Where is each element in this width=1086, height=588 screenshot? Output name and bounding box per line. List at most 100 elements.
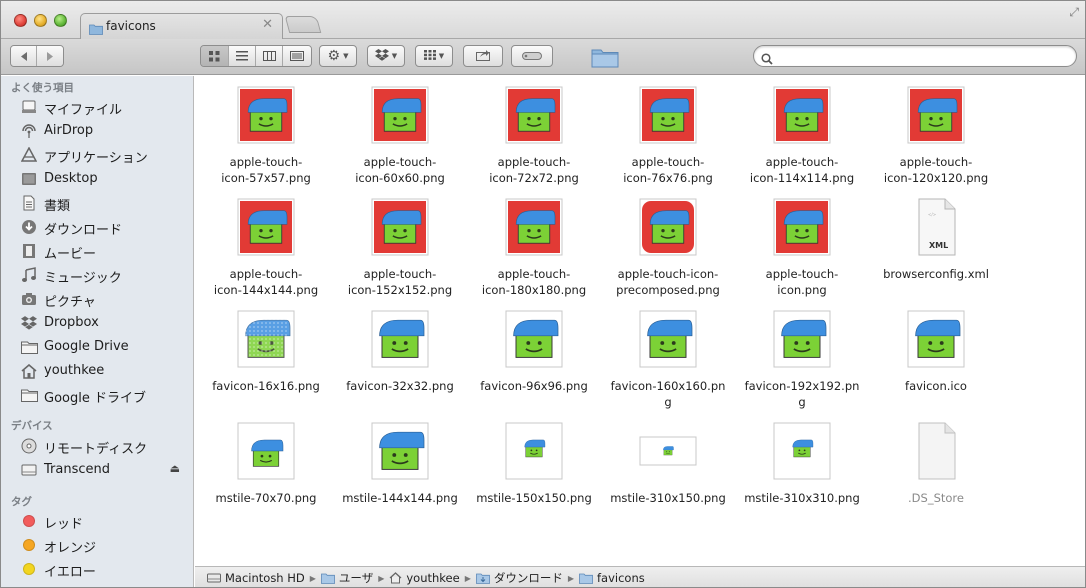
path-separator-icon: ▶ — [378, 573, 385, 583]
edit-tags-button[interactable] — [511, 45, 553, 67]
file-name: mstile-150x150.png — [476, 491, 592, 505]
file-thumbnail — [639, 86, 697, 144]
sidebar-item-label: オレンジ — [44, 541, 97, 556]
sidebar-item-device-1[interactable]: Transcend ⏏ — [1, 458, 193, 482]
file-item[interactable]: favicon-96x96.png — [467, 302, 601, 414]
tab-favicons[interactable]: favicons ✕ — [80, 13, 283, 40]
sidebar-item-fav-4[interactable]: 書類 — [1, 191, 193, 215]
sidebar-item-fav-10[interactable]: Google Drive — [1, 335, 193, 359]
file-item[interactable]: mstile-310x310.png — [735, 414, 869, 526]
remote-disc-icon — [20, 437, 38, 455]
sidebar-item-fav-8[interactable]: ピクチャ — [1, 287, 193, 311]
file-item[interactable]: apple-touch-icon-114x114.png — [735, 78, 869, 190]
icon-view-button[interactable] — [201, 46, 229, 66]
file-item[interactable]: apple-touch-icon-180x180.png — [467, 190, 601, 302]
file-item[interactable]: mstile-150x150.png — [467, 414, 601, 526]
file-item[interactable]: </> XML browserconfig.xml — [869, 190, 1003, 302]
sidebar: よく使う項目 マイファイル AirDrop アプリケーション Desktop 書類 ダウン… — [1, 76, 194, 587]
cover-flow-view-button[interactable] — [283, 46, 311, 66]
file-item[interactable]: apple-touch-icon-144x144.png — [199, 190, 333, 302]
file-item[interactable]: apple-touch-icon-152x152.png — [333, 190, 467, 302]
fullscreen-icon[interactable]: ⤢ — [1069, 5, 1079, 20]
folder-icon — [89, 20, 103, 39]
path-separator-icon: ▶ — [567, 573, 574, 583]
sidebar-item-fav-5[interactable]: ダウンロード — [1, 215, 193, 239]
sidebar-item-device-0[interactable]: リモートディスク — [1, 434, 193, 458]
tab-close-icon[interactable]: ✕ — [262, 17, 273, 32]
sidebar-item-tag-1[interactable]: オレンジ — [1, 533, 193, 557]
sidebar-item-fav-6[interactable]: ムービー — [1, 239, 193, 263]
downloads-folder-icon — [475, 572, 490, 584]
file-item[interactable]: favicon-32x32.png — [333, 302, 467, 414]
sidebar-item-fav-2[interactable]: アプリケーション — [1, 143, 193, 167]
sidebar-item-fav-0[interactable]: マイファイル — [1, 95, 193, 119]
file-thumbnail — [907, 422, 965, 480]
sidebar-item-tag-2[interactable]: イエロー — [1, 557, 193, 581]
file-thumbnail — [371, 422, 429, 480]
column-view-button[interactable] — [256, 46, 283, 66]
view-mode-control — [200, 45, 312, 67]
gear-icon: ⚙ — [327, 48, 341, 64]
documents-icon — [20, 194, 38, 212]
new-tab-button[interactable] — [284, 16, 322, 33]
eject-icon[interactable]: ⏏ — [170, 462, 180, 475]
list-view-button[interactable] — [229, 46, 256, 66]
back-button[interactable] — [11, 46, 37, 66]
file-item[interactable]: mstile-70x70.png — [199, 414, 333, 526]
path-segment-label: ダウンロード — [493, 571, 563, 585]
path-segment-label: youthkee — [406, 571, 460, 585]
file-item[interactable]: apple-touch-icon-57x57.png — [199, 78, 333, 190]
file-item[interactable]: apple-touch-icon-72x72.png — [467, 78, 601, 190]
sidebar-item-fav-1[interactable]: AirDrop — [1, 119, 193, 143]
sidebar-item-fav-11[interactable]: youthkee — [1, 359, 193, 383]
file-thumbnail — [639, 422, 697, 480]
desktop-icon — [20, 170, 38, 188]
search-input[interactable] — [776, 49, 1066, 61]
file-item[interactable]: apple-touch-icon-precomposed.png — [601, 190, 735, 302]
file-item[interactable]: favicon.ico — [869, 302, 1003, 414]
search-field[interactable] — [753, 45, 1077, 67]
file-item[interactable]: mstile-144x144.png — [333, 414, 467, 526]
xml-badge: XML — [929, 241, 948, 250]
dropbox-menu-button[interactable]: ▼ — [367, 45, 405, 67]
sidebar-item-fav-7[interactable]: ミュージック — [1, 263, 193, 287]
minimize-window-button[interactable] — [34, 14, 47, 27]
forward-button[interactable] — [37, 46, 63, 66]
file-item[interactable]: favicon-16x16.png — [199, 302, 333, 414]
file-item[interactable]: apple-touch-icon-76x76.png — [601, 78, 735, 190]
toolbar: ⚙ ▼ ▼ ▼ — [1, 39, 1085, 75]
sidebar-item-tag-0[interactable]: レッド — [1, 509, 193, 533]
file-name: favicon.ico — [905, 379, 967, 393]
file-thumbnail — [639, 198, 697, 256]
sidebar-item-fav-12[interactable]: Google ドライブ — [1, 383, 193, 407]
file-item[interactable]: favicon-160x160.pn g — [601, 302, 735, 414]
file-item[interactable]: mstile-310x150.png — [601, 414, 735, 526]
path-segment[interactable]: youthkee — [389, 571, 460, 585]
path-segment[interactable]: favicons — [579, 571, 645, 585]
sidebar-item-fav-3[interactable]: Desktop — [1, 167, 193, 191]
file-item[interactable]: apple-touch-icon-60x60.png — [333, 78, 467, 190]
folder-icon — [579, 572, 593, 584]
file-item[interactable]: favicon-192x192.pn g — [735, 302, 869, 414]
zoom-window-button[interactable] — [54, 14, 67, 27]
arrange-menu-button[interactable]: ▼ — [415, 45, 453, 67]
dropbox-icon — [374, 48, 389, 64]
file-item[interactable]: .DS_Store — [869, 414, 1003, 526]
file-name: favicon-96x96.png — [480, 379, 588, 393]
music-icon — [20, 266, 38, 284]
tag-icon — [522, 50, 542, 63]
current-folder-icon — [591, 46, 619, 72]
sidebar-item-fav-9[interactable]: Dropbox — [1, 311, 193, 335]
share-button[interactable] — [463, 45, 503, 67]
file-item[interactable]: apple-touch-icon.png — [735, 190, 869, 302]
path-segment[interactable]: Macintosh HD — [207, 571, 305, 585]
close-window-button[interactable] — [14, 14, 27, 27]
action-menu-button[interactable]: ⚙ ▼ — [319, 45, 357, 67]
path-segment[interactable]: ユーザ — [321, 570, 373, 586]
path-segment[interactable]: ダウンロード — [475, 570, 563, 586]
sidebar-item-label: Desktop — [44, 171, 98, 186]
file-name: favicon-16x16.png — [212, 379, 320, 393]
file-item[interactable]: apple-touch-icon-120x120.png — [869, 78, 1003, 190]
file-thumbnail — [505, 422, 563, 480]
path-separator-icon: ▶ — [309, 573, 316, 583]
